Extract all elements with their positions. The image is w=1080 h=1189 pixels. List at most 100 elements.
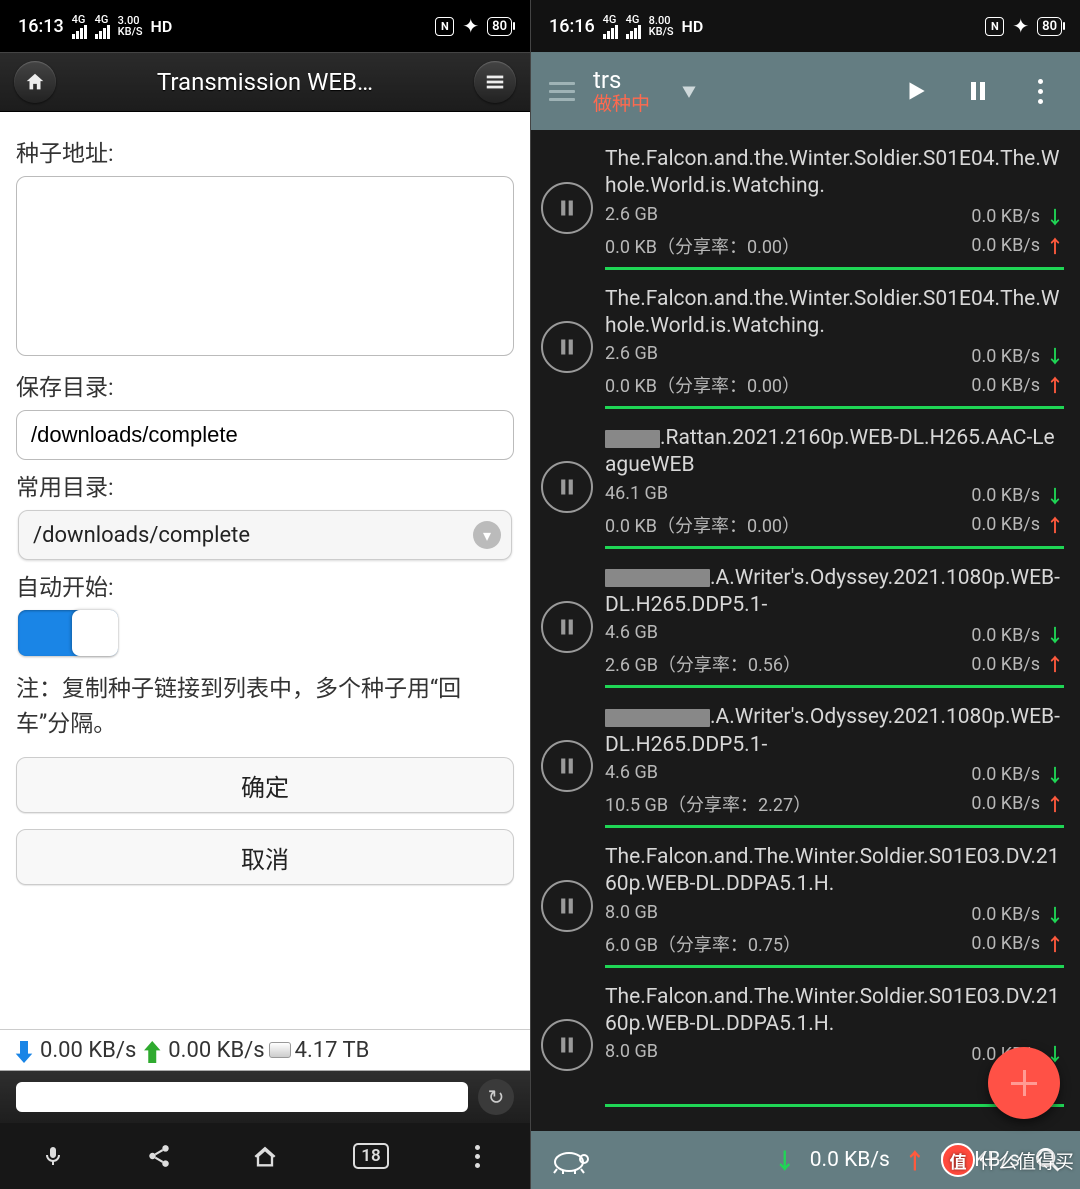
seed-url-input[interactable] <box>16 176 514 356</box>
menu-button[interactable] <box>474 61 516 103</box>
tabs-button[interactable]: 18 <box>343 1128 399 1184</box>
auto-start-toggle[interactable] <box>18 610 118 656</box>
net-speed: 8.00KB/S <box>649 15 674 37</box>
mic-button[interactable] <box>25 1128 81 1184</box>
torrent-down-speed: 0.0 KB/s <box>971 625 1040 646</box>
time: 16:16 <box>549 16 595 37</box>
footer-down-speed: 0.0 KB/s <box>810 1148 890 1172</box>
status-bar-left: 16:13 4G 4G 3.00KB/S HD N ✦ 80 <box>0 0 530 52</box>
torrent-uploaded: 0.0 KB（分享率：0.00） <box>605 233 800 259</box>
watermark: 值 什么值得买 <box>941 1143 1074 1177</box>
nfc-icon: N <box>985 17 1004 36</box>
torrent-list[interactable]: The.Falcon.and.the.Winter.Soldier.S01E04… <box>531 130 1080 1131</box>
download-arrow-icon: ⬇ <box>12 1033 36 1068</box>
page-title: Transmission WEB… <box>157 68 373 96</box>
start-all-button[interactable] <box>894 69 938 113</box>
seed-url-label: 种子地址: <box>16 134 514 168</box>
more-button[interactable] <box>1018 69 1062 113</box>
status-bar-right: 16:16 4G 4G 8.00KB/S HD N ✦ 80 <box>531 0 1080 52</box>
torrent-name: The.Falcon.and.The.Winter.Soldier.S01E03… <box>605 844 1064 899</box>
torrent-uploaded: 0.0 KB（分享率：0.00） <box>605 512 800 538</box>
turtle-icon[interactable] <box>549 1145 589 1175</box>
torrent-row[interactable]: The.Falcon.and.the.Winter.Soldier.S01E04… <box>531 130 1080 270</box>
torrent-name: .Rattan.2021.2160p.WEB-DL.H265.AAC-Leagu… <box>605 425 1064 480</box>
speed-bar: ⬇ 0.00 KB/s ⬆ 0.00 KB/s 4.17 TB <box>0 1029 530 1071</box>
torrent-size: 2.6 GB <box>605 204 658 230</box>
torrent-up-speed: 0.0 KB/s <box>971 933 1040 954</box>
down-arrow-icon: ↓ <box>1046 902 1064 928</box>
torrent-down-speed: 0.0 KB/s <box>971 346 1040 367</box>
down-arrow-icon: ↓ <box>1046 622 1064 648</box>
torrent-uploaded: 2.6 GB（分享率：0.56） <box>605 651 801 677</box>
add-torrent-form: 种子地址: 保存目录: 常用目录: /downloads/complete ▾ … <box>0 112 530 909</box>
nfc-icon: N <box>435 17 454 36</box>
common-dir-label: 常用目录: <box>16 468 514 502</box>
torrent-row[interactable]: .Rattan.2021.2160p.WEB-DL.H265.AAC-Leagu… <box>531 409 1080 549</box>
torrent-up-speed: 0.0 KB/s <box>971 654 1040 675</box>
pause-icon[interactable] <box>541 321 593 373</box>
pause-icon[interactable] <box>541 182 593 234</box>
chevron-down-icon: ▾ <box>473 521 501 549</box>
torrent-size: 4.6 GB <box>605 762 658 788</box>
pause-icon[interactable] <box>541 601 593 653</box>
pause-icon[interactable] <box>541 1019 593 1071</box>
battery-icon: 80 <box>487 17 512 36</box>
server-selector[interactable]: trs 做种中 <box>593 67 650 114</box>
share-button[interactable] <box>131 1128 187 1184</box>
torrent-down-speed: 0.0 KB/s <box>971 485 1040 506</box>
save-dir-input[interactable] <box>16 410 514 460</box>
home-nav-button[interactable] <box>237 1128 293 1184</box>
battery-icon: 80 <box>1037 17 1062 36</box>
hd-icon: HD <box>682 17 704 36</box>
torrent-up-speed: 0.0 KB/s <box>971 514 1040 535</box>
time: 16:13 <box>18 16 64 37</box>
torrent-row[interactable]: The.Falcon.and.the.Winter.Soldier.S01E04… <box>531 270 1080 410</box>
down-arrow-icon: ↓ <box>1046 204 1064 230</box>
app-header: trs 做种中 ▼ <box>531 52 1080 130</box>
net-speed: 3.00KB/S <box>118 15 143 37</box>
disk-icon <box>269 1042 291 1058</box>
down-arrow-icon: ↓ <box>1046 343 1064 369</box>
signal-2-icon: 4G <box>95 14 110 39</box>
torrent-row[interactable]: .A.Writer's.Odyssey.2021.1080p.WEB-DL.H2… <box>531 688 1080 828</box>
torrent-size: 4.6 GB <box>605 622 658 648</box>
up-arrow-icon: ↑ <box>1046 791 1064 817</box>
dropdown-arrow-icon: ▼ <box>682 82 696 102</box>
torrent-row[interactable]: The.Falcon.and.The.Winter.Soldier.S01E03… <box>531 828 1080 968</box>
note-text: 注：复制种子链接到列表中，多个种子用“回车”分隔。 <box>16 670 514 757</box>
up-arrow-icon: ↑ <box>1046 233 1064 259</box>
signal-2-icon: 4G <box>626 14 641 39</box>
browser-url-bar: ↻ <box>0 1071 530 1123</box>
cancel-button[interactable]: 取消 <box>16 829 514 885</box>
home-button[interactable] <box>14 61 56 103</box>
browser-nav-bar: 18 <box>0 1123 530 1189</box>
torrent-size: 8.0 GB <box>605 902 658 928</box>
common-dir-value: /downloads/complete <box>33 523 250 548</box>
pause-icon[interactable] <box>541 880 593 932</box>
common-dir-select[interactable]: /downloads/complete ▾ <box>18 510 512 560</box>
ok-button[interactable]: 确定 <box>16 757 514 813</box>
up-arrow-icon: ↑ <box>1046 931 1064 957</box>
disk-free: 4.17 TB <box>295 1038 370 1063</box>
torrent-name: The.Falcon.and.the.Winter.Soldier.S01E04… <box>605 286 1064 341</box>
hamburger-button[interactable] <box>549 82 575 101</box>
add-torrent-fab[interactable] <box>988 1047 1060 1119</box>
torrent-row[interactable]: .A.Writer's.Odyssey.2021.1080p.WEB-DL.H2… <box>531 549 1080 689</box>
more-button[interactable] <box>449 1128 505 1184</box>
download-arrow-icon: ↓ <box>774 1144 796 1176</box>
pause-icon[interactable] <box>541 740 593 792</box>
up-arrow-icon: ↑ <box>1046 512 1064 538</box>
url-input[interactable] <box>16 1082 468 1112</box>
reload-button[interactable]: ↻ <box>478 1079 514 1115</box>
pause-all-button[interactable] <box>956 69 1000 113</box>
hd-icon: HD <box>151 17 173 36</box>
torrent-uploaded: 10.5 GB（分享率：2.27） <box>605 791 811 817</box>
pause-icon[interactable] <box>541 461 593 513</box>
torrent-up-speed: 0.0 KB/s <box>971 375 1040 396</box>
torrent-down-speed: 0.0 KB/s <box>971 764 1040 785</box>
torrent-down-speed: 0.0 KB/s <box>971 904 1040 925</box>
torrent-up-speed: 0.0 KB/s <box>971 235 1040 256</box>
torrent-size: 2.6 GB <box>605 343 658 369</box>
torrent-name: The.Falcon.and.the.Winter.Soldier.S01E04… <box>605 146 1064 201</box>
torrent-uploaded: 0.0 KB（分享率：0.00） <box>605 372 800 398</box>
